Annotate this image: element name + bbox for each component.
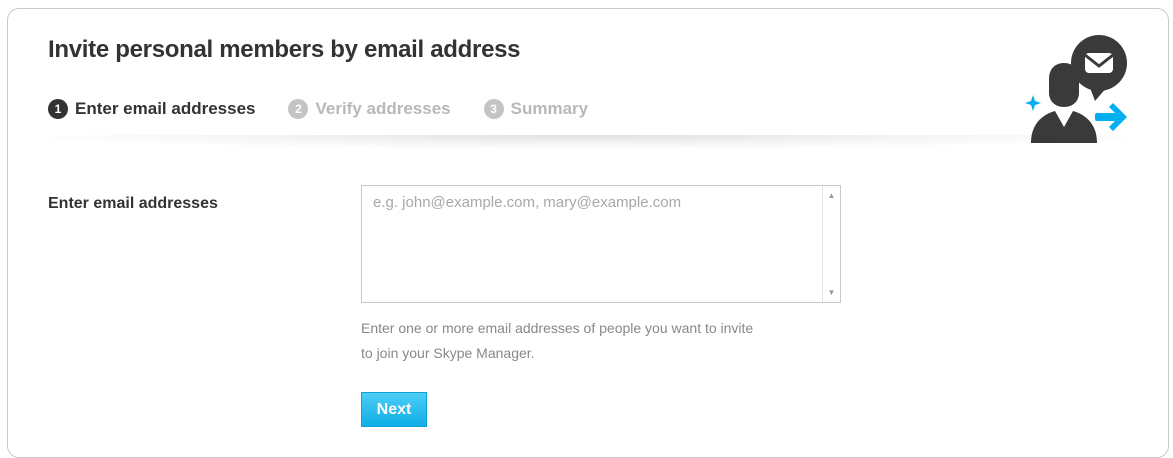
progress-steps: 1 Enter email addresses 2 Verify address… <box>48 99 621 119</box>
email-textarea-container: ▲ ▼ <box>361 185 841 303</box>
sparkle-icon <box>1025 95 1041 111</box>
email-field-label: Enter email addresses <box>48 195 218 212</box>
header-divider-shadow <box>38 135 1138 149</box>
step-label-2: Verify addresses <box>315 99 451 118</box>
step-label-3: Summary <box>510 99 589 118</box>
arrow-right-icon <box>1095 103 1127 131</box>
help-text-line-2: to join your Skype Manager. <box>361 345 535 361</box>
invite-illustration <box>1025 35 1127 143</box>
step-label-1: Enter email addresses <box>75 99 256 118</box>
step-number-3: 3 <box>483 99 504 119</box>
step-number-2: 2 <box>288 99 309 119</box>
help-text-line-1: Enter one or more email addresses of peo… <box>361 320 754 336</box>
scroll-up-icon[interactable]: ▲ <box>823 187 840 204</box>
scroll-down-icon[interactable]: ▼ <box>823 284 840 301</box>
page-title: Invite personal members by email address <box>48 36 521 63</box>
step-number-1: 1 <box>48 99 68 119</box>
step-verify-addresses: 2 Verify addresses <box>288 99 451 119</box>
step-summary: 3 Summary <box>483 99 589 119</box>
email-addresses-input[interactable] <box>362 186 822 302</box>
email-help-text: Enter one or more email addresses of peo… <box>361 316 851 366</box>
step-enter-email-addresses: 1 Enter email addresses <box>48 99 255 119</box>
envelope-speech-bubble-icon <box>1071 35 1127 101</box>
invite-panel: Invite personal members by email address… <box>7 8 1169 458</box>
panel-header: Invite personal members by email address… <box>8 9 1168 143</box>
next-button[interactable]: Next <box>361 392 427 427</box>
textarea-scrollbar[interactable]: ▲ ▼ <box>822 186 840 302</box>
